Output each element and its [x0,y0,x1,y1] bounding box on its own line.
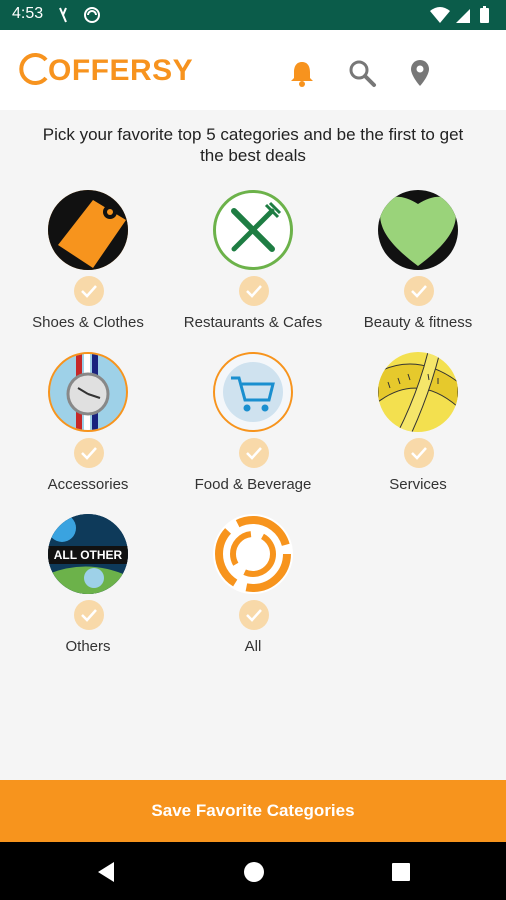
category-label: All [244,638,262,655]
category-label: Food & Beverage [194,476,312,493]
check-icon[interactable] [239,438,269,468]
category-label: Others [65,638,111,655]
check-icon[interactable] [74,600,104,630]
all-other-icon: ALL OTHER [48,514,128,594]
check-icon[interactable] [74,276,104,306]
save-favorite-categories-button[interactable]: Save Favorite Categories [0,780,506,842]
offersy-logo: OFFERSY [18,52,193,92]
system-icons [428,5,498,25]
notification-glyphs-icon [59,7,100,23]
check-icon[interactable] [404,438,434,468]
wifi-signal-battery-icon [430,6,489,23]
category-label: Accessories [47,476,129,493]
fork-knife-icon [213,190,293,270]
back-icon[interactable] [94,860,118,884]
navigation-bar [0,842,506,900]
category-label: Shoes & Clothes [32,314,144,331]
bell-icon[interactable] [286,57,318,89]
watch-icon [48,352,128,432]
notification-icons [58,5,108,25]
offersy-ring-icon [19,53,48,85]
shopping-cart-icon [213,352,293,432]
recents-icon[interactable] [389,860,413,884]
app-bar: OFFERSY [0,30,506,110]
measuring-tape-icon [378,352,458,432]
status-bar: 4:53 [0,0,506,30]
logo-text: OFFERSY [48,54,194,87]
check-icon[interactable] [239,276,269,306]
category-label: Services [389,476,447,493]
category-label: Beauty & fitness [363,314,473,331]
offersy-logo-icon [213,514,293,594]
home-icon[interactable] [242,860,266,884]
heart-icon [378,190,458,270]
search-icon[interactable] [346,57,378,89]
intro-text: Pick your favorite top 5 categories and … [42,125,464,165]
check-icon[interactable] [239,600,269,630]
location-pin-icon[interactable] [404,57,436,89]
category-label: Restaurants & Cafes [183,314,323,331]
check-icon[interactable] [74,438,104,468]
status-time: 4:53 [12,5,44,22]
all-other-badge: ALL OTHER [53,548,123,562]
check-icon[interactable] [404,276,434,306]
price-tag-icon [48,190,128,270]
